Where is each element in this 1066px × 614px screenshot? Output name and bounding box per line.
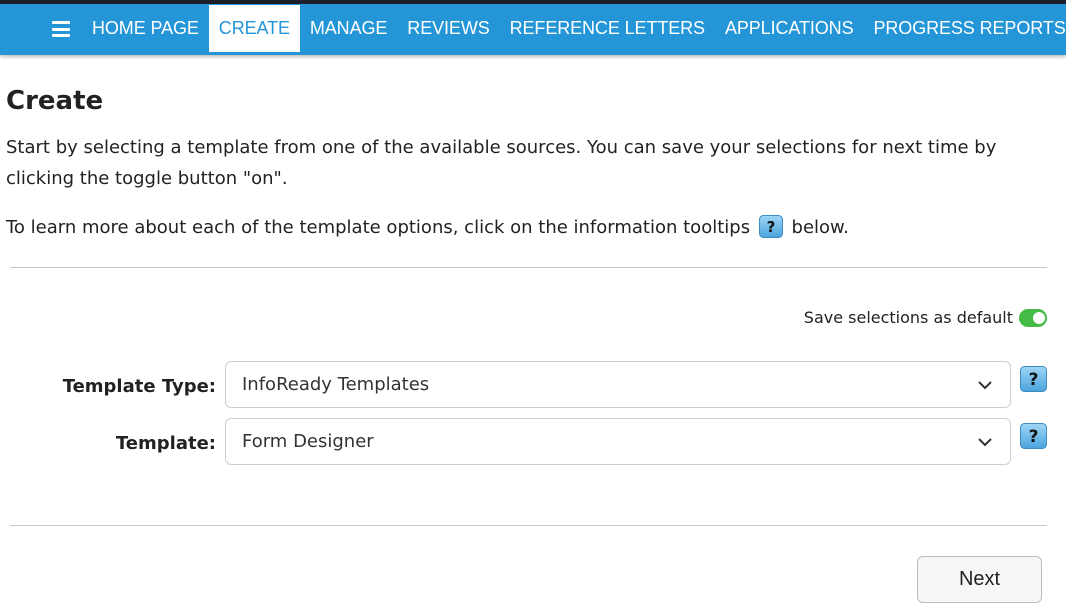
save-default-label: Save selections as default [803,308,1013,327]
nav-item-applications[interactable]: APPLICATIONS [715,5,864,52]
tooltip-instructions-prefix: To learn more about each of the template… [6,217,751,238]
template-help-button[interactable]: ? [1020,423,1047,449]
divider-bottom [10,525,1047,526]
nav-item-create[interactable]: CREATE [208,5,300,52]
nav-item-reviews[interactable]: REVIEWS [397,5,499,52]
page-title: Create [6,86,104,116]
template-type-label: Template Type: [62,376,216,397]
toggle-knob [1033,311,1045,324]
question-mark-icon: ? [758,215,783,238]
intro-text: Start by selecting a template from one o… [6,137,997,189]
question-mark-icon: ? [1020,423,1047,449]
top-navigation-bar: HOME PAGE CREATE MANAGE REVIEWS REFERENC… [0,0,1066,55]
save-default-row: Save selections as default [804,308,1047,327]
template-value: Form Designer [242,431,374,452]
main-nav: HOME PAGE CREATE MANAGE REVIEWS REFERENC… [82,5,1066,52]
template-select[interactable]: Form Designer [225,418,1011,465]
hamburger-menu-icon[interactable] [52,21,70,37]
template-type-value: InfoReady Templates [242,374,430,395]
save-default-toggle[interactable] [1019,308,1047,327]
template-type-help-button[interactable]: ? [1020,366,1047,392]
nav-item-reference-letters[interactable]: REFERENCE LETTERS [500,5,715,52]
question-mark-icon: ? [1020,366,1047,392]
divider-top [10,267,1047,268]
tooltip-instructions: To learn more about each of the template… [6,212,849,243]
svg-text:?: ? [1029,427,1039,447]
nav-item-progress-reports[interactable]: PROGRESS REPORTS [863,5,1066,52]
chevron-down-icon [978,438,992,447]
chevron-down-icon [978,381,992,390]
svg-text:?: ? [1029,370,1039,390]
next-button[interactable]: Next [917,556,1042,603]
template-label: Template: [115,433,216,454]
nav-item-home-page[interactable]: HOME PAGE [82,5,209,52]
svg-text:?: ? [766,218,775,236]
template-type-select[interactable]: InfoReady Templates [225,361,1011,408]
nav-item-manage[interactable]: MANAGE [300,5,397,52]
tooltip-instructions-suffix: below. [791,217,849,238]
